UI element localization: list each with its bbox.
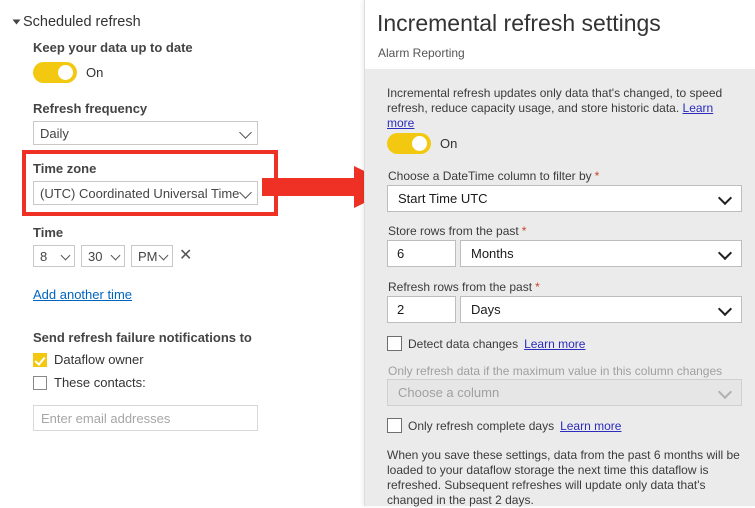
chevron-down-icon bbox=[110, 250, 121, 261]
section-title: Scheduled refresh bbox=[23, 14, 141, 30]
learn-more-link[interactable]: Learn more bbox=[560, 419, 621, 433]
toggle-knob bbox=[412, 136, 427, 151]
refresh-rows-unit-value: Days bbox=[471, 302, 501, 317]
refresh-frequency-label: Refresh frequency bbox=[33, 101, 148, 116]
store-rows-label-text: Store rows from the past bbox=[388, 224, 519, 238]
these-contacts-label: These contacts: bbox=[54, 375, 146, 390]
panel-subtitle: Alarm Reporting bbox=[378, 46, 465, 60]
refresh-frequency-value: Daily bbox=[40, 125, 69, 141]
chevron-down-icon[interactable] bbox=[12, 19, 21, 25]
datetime-column-value: Start Time UTC bbox=[398, 191, 488, 206]
checkbox-icon[interactable] bbox=[33, 375, 47, 390]
time-hour-value: 8 bbox=[40, 248, 48, 264]
datetime-column-label-text: Choose a DateTime column to filter by bbox=[388, 169, 592, 183]
checkbox-icon[interactable] bbox=[387, 418, 402, 433]
required-marker: * bbox=[594, 169, 600, 183]
incremental-refresh-toggle-state: On bbox=[440, 136, 458, 151]
time-meridiem-value: PM bbox=[138, 248, 158, 264]
refresh-rows-label-text: Refresh rows from the past bbox=[388, 280, 533, 294]
store-rows-label: Store rows from the past * bbox=[388, 224, 526, 238]
time-label: Time bbox=[33, 225, 64, 240]
chevron-down-icon bbox=[239, 186, 252, 199]
chevron-down-icon bbox=[717, 245, 733, 260]
time-hour-select[interactable]: 8 bbox=[33, 245, 75, 267]
page-title: Incremental refresh settings bbox=[377, 10, 661, 36]
checkbox-checked-icon[interactable] bbox=[33, 352, 47, 367]
chevron-down-icon bbox=[717, 384, 733, 399]
settings-summary-text: When you save these settings, data from … bbox=[387, 448, 740, 507]
chevron-down-icon bbox=[717, 190, 733, 205]
detect-data-changes-label: Detect data changes bbox=[408, 336, 519, 351]
scheduled-refresh-header[interactable]: Scheduled refresh bbox=[12, 14, 141, 30]
store-rows-number-input[interactable]: 6 bbox=[387, 240, 456, 267]
panel-description: Incremental refresh updates only data th… bbox=[387, 86, 742, 131]
toggle-knob bbox=[58, 65, 73, 80]
incremental-refresh-settings-panel: Incremental refresh settings Alarm Repor… bbox=[364, 0, 755, 507]
only-refresh-complete-days-label: Only refresh complete days bbox=[408, 418, 555, 433]
chevron-down-icon bbox=[158, 250, 169, 261]
choose-column-placeholder: Choose a column bbox=[398, 385, 500, 400]
remove-time-icon[interactable]: ✕ bbox=[179, 248, 192, 264]
panel-description-text: Incremental refresh updates only data th… bbox=[387, 86, 723, 115]
time-zone-select[interactable]: (UTC) Coordinated Universal Time bbox=[33, 181, 258, 205]
incremental-refresh-toggle[interactable] bbox=[387, 133, 431, 154]
refresh-rows-unit-select[interactable]: Days bbox=[460, 296, 742, 323]
chevron-down-icon bbox=[717, 301, 733, 316]
refresh-rows-label: Refresh rows from the past * bbox=[388, 280, 540, 294]
datetime-column-select[interactable]: Start Time UTC bbox=[387, 185, 742, 212]
required-marker: * bbox=[535, 280, 540, 294]
dataflow-owner-checkbox-row[interactable]: Dataflow owner bbox=[33, 352, 144, 367]
detect-data-changes-checkbox-row[interactable]: Detect data changes Learn more bbox=[387, 336, 585, 351]
learn-more-link[interactable]: Learn more bbox=[524, 337, 585, 351]
refresh-rows-number-input[interactable]: 2 bbox=[387, 296, 456, 323]
failure-notifications-label: Send refresh failure notifications to bbox=[33, 330, 252, 345]
store-rows-unit-value: Months bbox=[471, 246, 514, 261]
datetime-column-label: Choose a DateTime column to filter by * bbox=[388, 169, 599, 183]
these-contacts-checkbox-row[interactable]: These contacts: bbox=[33, 375, 146, 390]
scheduled-refresh-panel: Scheduled refresh Keep your data up to d… bbox=[0, 0, 340, 506]
only-refresh-complete-days-checkbox-row[interactable]: Only refresh complete days Learn more bbox=[387, 418, 621, 433]
time-minute-select[interactable]: 30 bbox=[81, 245, 125, 267]
keep-data-up-to-date-toggle-state: On bbox=[86, 65, 104, 80]
chevron-down-icon bbox=[60, 250, 71, 261]
keep-data-up-to-date-toggle[interactable] bbox=[33, 62, 77, 83]
time-zone-value: (UTC) Coordinated Universal Time bbox=[40, 185, 240, 201]
max-value-hint: Only refresh data if the maximum value i… bbox=[388, 364, 723, 378]
time-zone-label: Time zone bbox=[33, 161, 97, 176]
time-meridiem-select[interactable]: PM bbox=[131, 245, 173, 267]
email-addresses-input[interactable]: Enter email addresses bbox=[33, 405, 258, 431]
checkbox-icon[interactable] bbox=[387, 336, 402, 351]
add-another-time-link[interactable]: Add another time bbox=[33, 287, 132, 302]
panel-header: Incremental refresh settings Alarm Repor… bbox=[365, 0, 755, 69]
refresh-frequency-select[interactable]: Daily bbox=[33, 121, 258, 145]
required-marker: * bbox=[521, 224, 527, 238]
chevron-down-icon bbox=[239, 126, 252, 139]
choose-column-select: Choose a column bbox=[387, 379, 742, 406]
dataflow-owner-label: Dataflow owner bbox=[54, 352, 144, 367]
time-minute-value: 30 bbox=[88, 248, 103, 264]
keep-data-up-to-date-label: Keep your data up to date bbox=[33, 40, 193, 55]
store-rows-unit-select[interactable]: Months bbox=[460, 240, 742, 267]
